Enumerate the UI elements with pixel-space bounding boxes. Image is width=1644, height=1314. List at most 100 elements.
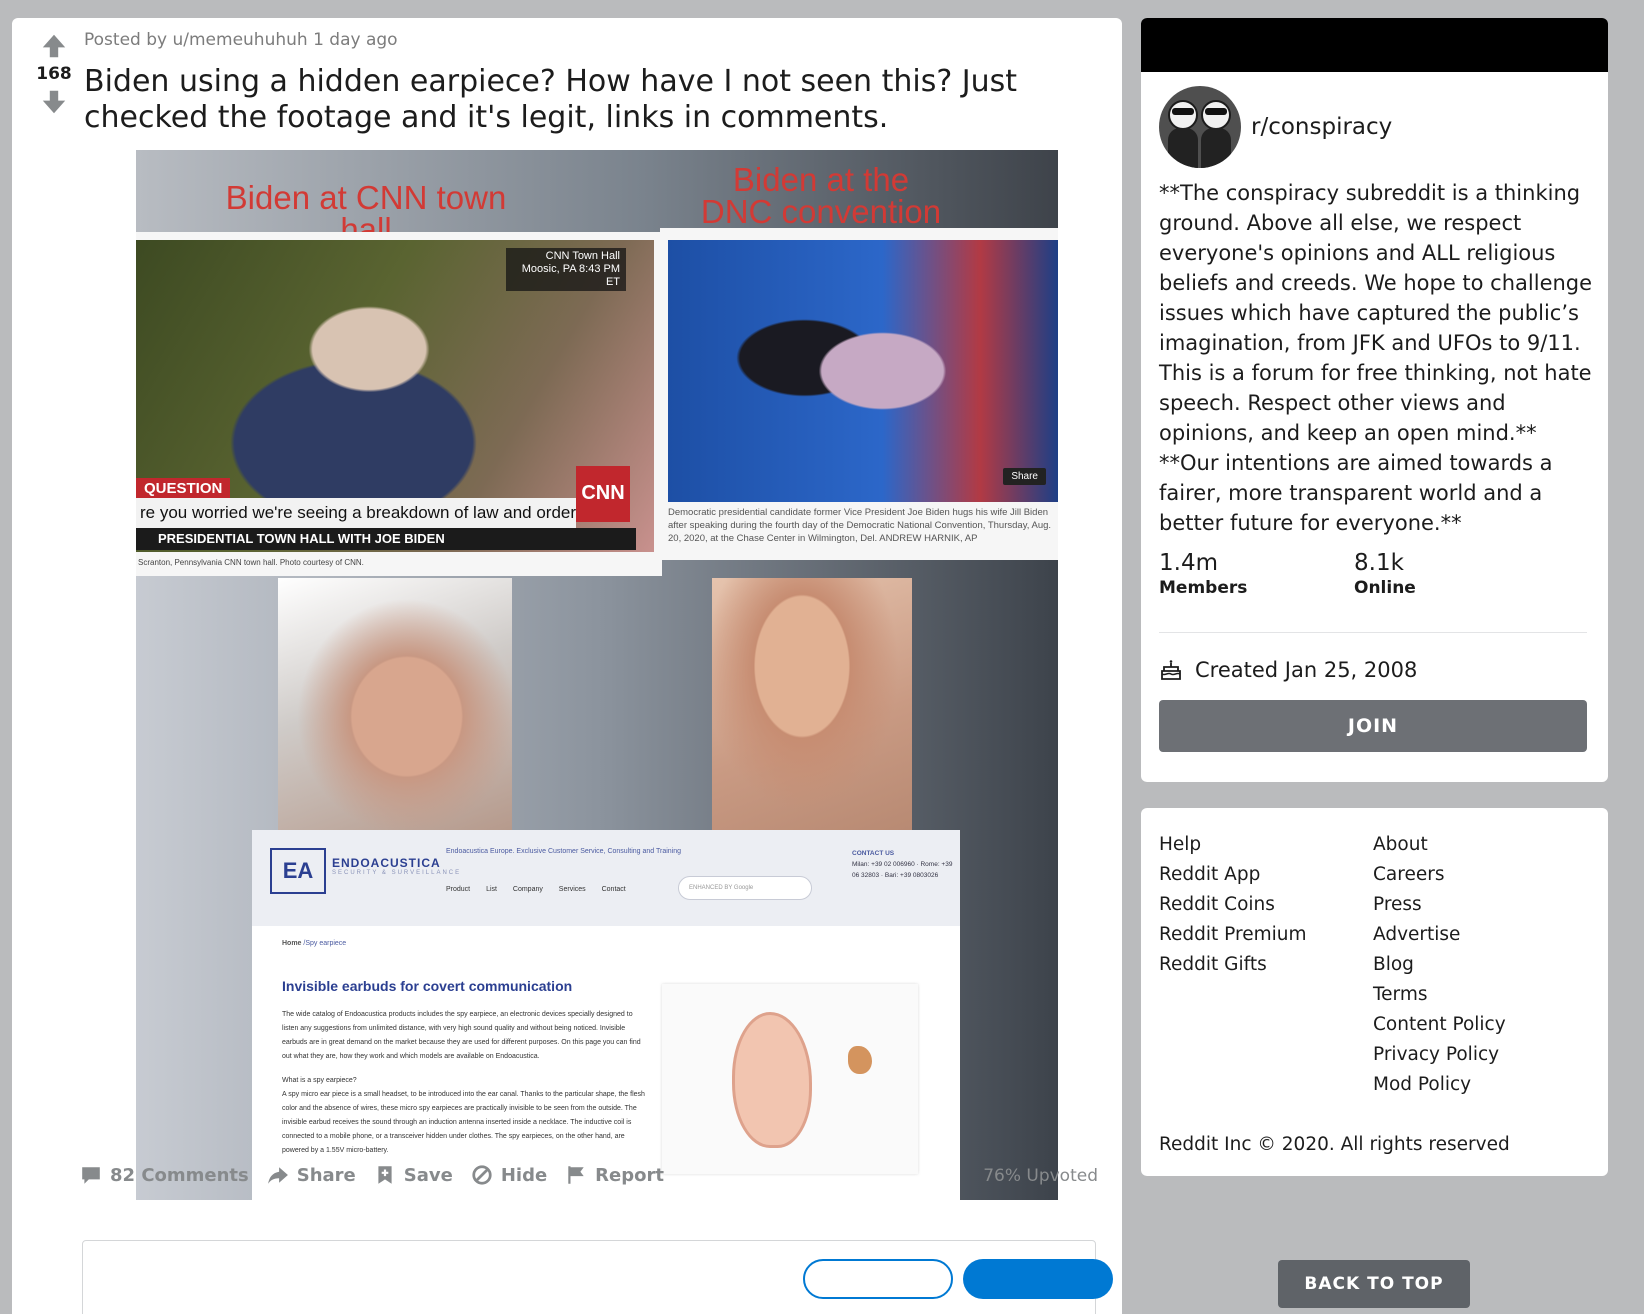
save-icon	[378, 1166, 392, 1184]
members-label: Members	[1159, 578, 1248, 598]
site-brand-sub: SECURITY & SURVEILLANCE	[332, 870, 462, 876]
avatar-glasses-right	[1205, 108, 1227, 115]
earbud-illustration	[848, 1046, 872, 1074]
cnn-photo: CNN Town Hall Moosic, PA 8:43 PM ET QUES…	[136, 240, 654, 552]
footer-link[interactable]: Reddit Gifts	[1159, 950, 1307, 980]
comment-box[interactable]	[82, 1240, 1113, 1314]
subreddit-info-card: r/conspiracy **The conspiracy subreddit …	[1141, 18, 1608, 782]
post-card: 168 Posted by u/memeuhuhuh 1 day ago Bid…	[12, 18, 1122, 1314]
hide-button[interactable]: Hide	[471, 1164, 547, 1186]
vote-column: 168	[26, 32, 82, 116]
subreddit-stats: 1.4m Members 8.1k Online	[1159, 550, 1549, 598]
footer-link[interactable]: Terms	[1373, 980, 1506, 1010]
site-contact-title: CONTACT US	[852, 850, 895, 857]
ear-closeup-left	[278, 578, 512, 830]
share-label: Share	[296, 1164, 356, 1186]
avatar-face-left	[1168, 100, 1198, 130]
site-contact-lines: Milan: +39 02 006960 · Rome: +39 06 3280…	[852, 861, 953, 879]
footer-link[interactable]: Press	[1373, 890, 1506, 920]
cake-icon	[1161, 660, 1181, 680]
posted-by-label: Posted by	[84, 30, 173, 50]
footer-link[interactable]: Help	[1159, 830, 1307, 860]
back-to-top-button[interactable]: BACK TO TOP	[1278, 1260, 1470, 1308]
avatar-glasses-left	[1172, 108, 1194, 115]
report-label: Report	[595, 1164, 664, 1186]
hide-icon	[472, 1165, 492, 1185]
join-button[interactable]: JOIN	[1159, 700, 1587, 752]
dnc-caption: Democratic presidential candidate former…	[668, 507, 1052, 544]
site-breadcrumb: Home /Spy earpiece	[282, 940, 346, 947]
cnn-ticker: re you worried we're seeing a breakdown …	[136, 498, 576, 528]
site-search: ENHANCED BY Google	[678, 876, 812, 900]
footer-link[interactable]: Privacy Policy	[1373, 1040, 1506, 1070]
dnc-share-badge: Share	[1003, 468, 1046, 485]
hide-label: Hide	[500, 1164, 548, 1186]
subreddit-description: **The conspiracy subreddit is a thinking…	[1159, 181, 1593, 535]
online-stat: 8.1k Online	[1354, 550, 1549, 598]
site-subheading: What is a spy earpiece?	[282, 1077, 357, 1084]
site-menu: Product List Company Services Contact	[446, 886, 626, 893]
author-link[interactable]: u/memeuhuhuh	[172, 30, 307, 50]
subreddit-banner	[1141, 18, 1608, 72]
endoacustica-logo: EA	[270, 848, 326, 894]
post-actions: 82 Comments Share Save Hide Report	[80, 1164, 682, 1186]
site-tagline: Endoacustica Europe. Exclusive Customer …	[446, 848, 682, 855]
footer-links-right: About Careers Press Advertise Blog Terms…	[1373, 830, 1506, 1100]
subreddit-avatar[interactable]	[1159, 86, 1241, 168]
save-label: Save	[403, 1164, 453, 1186]
site-paragraph-2: A spy micro ear piece is a small headset…	[282, 1091, 645, 1154]
caption-dnc: Biden at the DNC convention	[700, 161, 942, 230]
footer-link[interactable]: Reddit Premium	[1159, 920, 1307, 950]
site-paragraph: The wide catalog of Endoacustica product…	[282, 1011, 641, 1060]
upvote-icon[interactable]	[40, 32, 68, 60]
cnn-credit: Scranton, Pennsylvania CNN town hall. Ph…	[138, 558, 364, 567]
footer-link[interactable]: Reddit App	[1159, 860, 1307, 890]
signup-button[interactable]	[963, 1259, 1113, 1299]
share-button[interactable]: Share	[267, 1164, 356, 1186]
footer-link[interactable]: Careers	[1373, 860, 1506, 890]
post-title[interactable]: Biden using a hidden earpiece? How have …	[84, 64, 1124, 136]
downvote-icon[interactable]	[40, 88, 68, 116]
post-meta: Posted by u/memeuhuhuh 1 day ago	[84, 30, 398, 50]
comments-label: 82 Comments	[110, 1164, 249, 1186]
cnn-screenshot: CNN Town Hall Moosic, PA 8:43 PM ET QUES…	[136, 232, 662, 576]
report-button[interactable]: Report	[565, 1164, 664, 1186]
comments-button[interactable]: 82 Comments	[80, 1164, 249, 1186]
footer-link[interactable]: Blog	[1373, 950, 1506, 980]
footer-links-card: Help Reddit App Reddit Coins Reddit Prem…	[1141, 808, 1608, 1176]
login-button[interactable]	[803, 1259, 953, 1299]
subreddit-name[interactable]: r/conspiracy	[1251, 114, 1392, 140]
endoacustica-screenshot: EA ENDOACUSTICA SECURITY & SURVEILLANCE …	[252, 830, 960, 1200]
site-breadcrumb-page: /Spy earpiece	[301, 940, 347, 947]
cnn-location-tag: CNN Town Hall Moosic, PA 8:43 PM ET	[506, 248, 626, 291]
comment-icon	[82, 1167, 100, 1184]
cnn-logo: CNN	[576, 466, 630, 522]
avatar-suit-left	[1168, 128, 1198, 168]
footer-link[interactable]: Content Policy	[1373, 1010, 1506, 1040]
vote-count: 168	[36, 64, 72, 84]
site-contact: CONTACT US Milan: +39 02 006960 · Rome: …	[852, 848, 960, 881]
save-button[interactable]: Save	[374, 1164, 453, 1186]
copyright: Reddit Inc © 2020. All rights reserved	[1159, 1134, 1510, 1155]
cnn-bottom-bar: PRESIDENTIAL TOWN HALL WITH JOE BIDEN	[136, 528, 636, 550]
created-label: Created Jan 25, 2008	[1195, 658, 1418, 682]
site-body: The wide catalog of Endoacustica product…	[282, 1008, 648, 1158]
post-image[interactable]: Biden at CNN town hall Biden at the DNC …	[136, 150, 1058, 1200]
ear-illustration	[732, 1012, 812, 1148]
members-count: 1.4m	[1159, 550, 1218, 576]
share-icon	[267, 1167, 288, 1184]
subreddit-header: r/conspiracy	[1159, 86, 1392, 168]
avatar-suit-right	[1201, 128, 1231, 168]
dnc-screenshot: Share Democratic presidential candidate …	[660, 228, 1058, 560]
site-brand: ENDOACUSTICA SECURITY & SURVEILLANCE	[332, 856, 461, 876]
report-icon	[568, 1166, 584, 1184]
divider	[1159, 632, 1587, 633]
footer-links-left: Help Reddit App Reddit Coins Reddit Prem…	[1159, 830, 1307, 980]
footer-link[interactable]: Advertise	[1373, 920, 1506, 950]
post-time: 1 day ago	[307, 30, 398, 50]
ear-closeup-right	[712, 578, 912, 830]
footer-link[interactable]: Reddit Coins	[1159, 890, 1307, 920]
footer-link[interactable]: Mod Policy	[1373, 1070, 1506, 1100]
upvote-ratio: 76% Upvoted	[983, 1166, 1098, 1186]
footer-link[interactable]: About	[1373, 830, 1506, 860]
